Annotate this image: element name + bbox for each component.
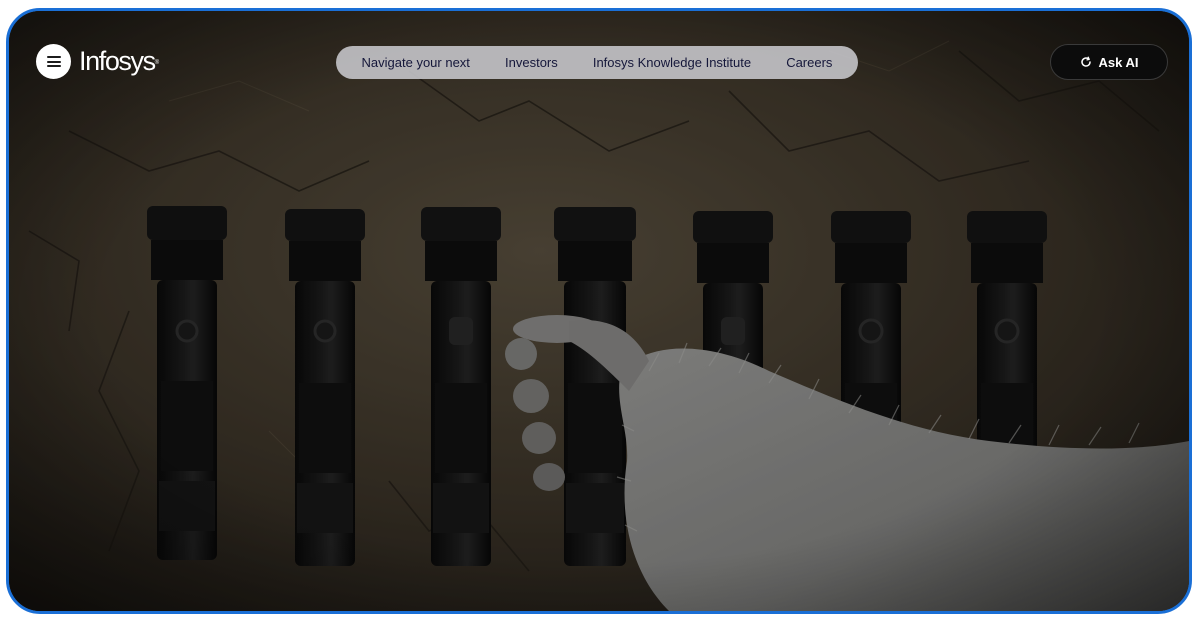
nav-link-careers[interactable]: Careers: [786, 55, 832, 70]
nav-link-knowledge-institute[interactable]: Infosys Knowledge Institute: [593, 55, 751, 70]
nav-link-navigate-your-next[interactable]: Navigate your next: [362, 55, 470, 70]
top-nav: Navigate your next Investors Infosys Kno…: [336, 46, 858, 79]
menu-button[interactable]: [36, 44, 71, 79]
hamburger-icon: [46, 56, 61, 67]
ask-ai-label: Ask AI: [1098, 54, 1139, 70]
brand-registered-mark: ®: [154, 60, 160, 66]
refresh-sparkle-icon: [1080, 56, 1092, 68]
nav-link-investors[interactable]: Investors: [505, 55, 558, 70]
brand-logo[interactable]: Infosys®: [79, 44, 159, 78]
browser-frame: Infosys® Navigate your next Investors In…: [6, 8, 1192, 614]
brand-name: Infosys: [79, 46, 156, 76]
ask-ai-button[interactable]: Ask AI: [1050, 44, 1168, 80]
hero-image: [9, 11, 1189, 611]
